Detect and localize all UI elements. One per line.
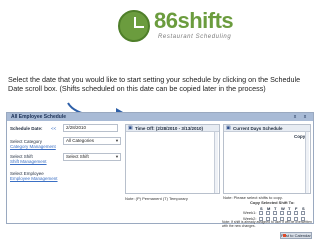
week1-checkbox-wed[interactable]	[280, 211, 284, 215]
close-icon[interactable]: x	[302, 114, 308, 120]
logo-tagline: Restaurant Scheduling	[158, 34, 232, 40]
time-off-list[interactable]: ▣ Time Off: (2/28/2010 - 3/13/2010)	[125, 124, 220, 194]
post-calendar-icon	[283, 234, 286, 237]
shift-select[interactable]: Select Shift ▼	[63, 153, 121, 161]
legend-note: Note: (P) Permanent (T) Temporary	[125, 196, 188, 201]
category-select[interactable]: All Categories ▼	[63, 137, 121, 145]
week1-checkbox-mon[interactable]	[266, 211, 270, 215]
minimize-icon[interactable]: x	[292, 114, 298, 120]
week1-label: Week1:	[243, 210, 257, 215]
panel-title: All Employee Schedule	[11, 114, 67, 120]
logo-name: 86shifts	[154, 8, 234, 33]
panel-header: All Employee Schedule x x	[7, 113, 313, 121]
scrollbar[interactable]	[214, 132, 218, 193]
week1-checkbox-sat[interactable]	[301, 211, 305, 215]
time-off-label: Time Off: (2/28/2010 - 3/13/2010)	[135, 126, 203, 131]
week1-checkbox-thu[interactable]	[287, 211, 291, 215]
employee-management-link[interactable]: Employee Management	[10, 176, 58, 181]
shift-management-link[interactable]: Shift Management	[10, 159, 47, 164]
scrollbar[interactable]	[305, 132, 309, 193]
instructions-text: Select the date that you would like to s…	[8, 75, 301, 94]
current-days-schedule-label: Current Days Schedule	[233, 126, 283, 131]
copy-selected-title: Copy Selected Shift To:	[250, 200, 295, 205]
schedule-panel: All Employee Schedule x x Schedule Date:…	[6, 112, 314, 224]
post-to-calendar-button[interactable]: Post to Calendar	[280, 232, 312, 239]
dropdown-arrow-icon: ▼	[115, 154, 119, 159]
schedule-date-field[interactable]: 2/28/2010	[63, 124, 118, 132]
brand-logo: 86shifts Restaurant Scheduling	[118, 8, 234, 50]
schedule-date-prev[interactable]: <<	[51, 126, 56, 131]
calendar-icon: ▣	[128, 125, 133, 131]
clock-icon	[118, 10, 150, 42]
week1-checkbox-fri[interactable]	[294, 211, 298, 215]
current-days-schedule-list[interactable]: ▣ Current Days Schedule Copy:	[223, 124, 311, 194]
week1-checkbox-tue[interactable]	[273, 211, 277, 215]
schedule-date-label: Schedule Date:	[10, 126, 43, 131]
calendar-icon: ▣	[226, 125, 231, 131]
dropdown-arrow-icon: ▼	[115, 138, 119, 143]
shift-assigned-note: Note: If shift is already assigned to us…	[222, 220, 312, 228]
week1-checkbox-sun[interactable]	[259, 211, 263, 215]
category-management-link[interactable]: Category Management	[10, 144, 56, 149]
